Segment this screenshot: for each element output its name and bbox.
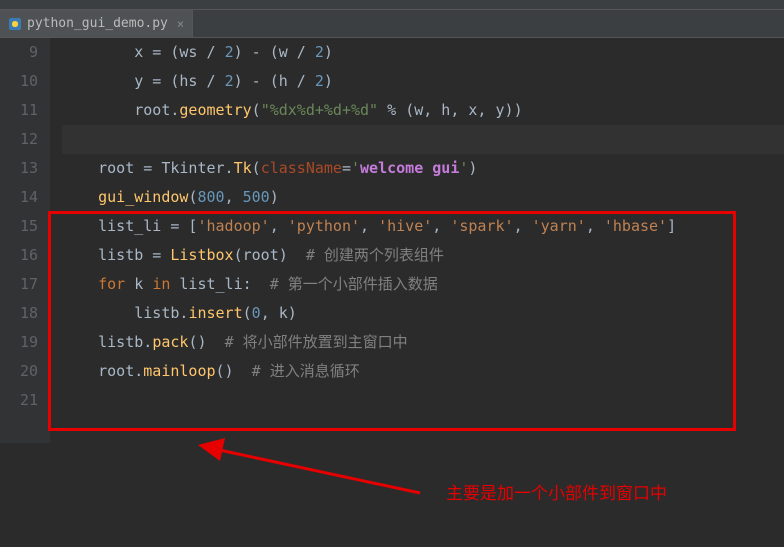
- arrow-icon: [190, 433, 430, 523]
- code-line-10: y = (hs / 2) - (h / 2): [62, 67, 784, 96]
- annotation-text: 主要是加一个小部件到窗口中: [446, 479, 667, 504]
- code-line-11: root.geometry("%dx%d+%d+%d" % (w, h, x, …: [62, 96, 784, 125]
- close-icon[interactable]: ×: [177, 17, 184, 31]
- line-number: 13: [0, 154, 38, 183]
- line-number: 20: [0, 357, 38, 386]
- code-line-12: [62, 125, 784, 154]
- code-line-20: root.mainloop() # 进入消息循环: [62, 357, 784, 386]
- line-number: 11: [0, 96, 38, 125]
- code-editor[interactable]: 9 10 11 12 13 14 15 16 17 18 19 20 21 x …: [0, 38, 784, 443]
- code-line-21: [62, 386, 784, 415]
- line-number: 21: [0, 386, 38, 415]
- code-line-16: listb = Listbox(root) # 创建两个列表组件: [62, 241, 784, 270]
- line-number: 16: [0, 241, 38, 270]
- toolbar: [0, 0, 784, 10]
- line-number: 17: [0, 270, 38, 299]
- annotation-area: 主要是加一个小部件到窗口中: [0, 443, 784, 547]
- line-gutter: 9 10 11 12 13 14 15 16 17 18 19 20 21: [0, 38, 50, 443]
- code-line-15: list_li = ['hadoop', 'python', 'hive', '…: [62, 212, 784, 241]
- code-line-17: for k in list_li: # 第一个小部件插入数据: [62, 270, 784, 299]
- tab-filename: python_gui_demo.py: [27, 16, 168, 31]
- code-line-19: listb.pack() # 将小部件放置到主窗口中: [62, 328, 784, 357]
- tab-bar: python_gui_demo.py ×: [0, 10, 784, 38]
- line-number: 10: [0, 67, 38, 96]
- python-file-icon: [8, 17, 22, 31]
- code-content[interactable]: x = (ws / 2) - (w / 2) y = (hs / 2) - (h…: [50, 38, 784, 443]
- code-line-9: x = (ws / 2) - (w / 2): [62, 38, 784, 67]
- file-tab[interactable]: python_gui_demo.py ×: [0, 10, 193, 37]
- line-number: 14: [0, 183, 38, 212]
- code-line-18: listb.insert(0, k): [62, 299, 784, 328]
- line-number: 12: [0, 125, 38, 154]
- code-line-13: root = Tkinter.Tk(className='welcome gui…: [62, 154, 784, 183]
- line-number: 18: [0, 299, 38, 328]
- code-line-14: gui_window(800, 500): [62, 183, 784, 212]
- line-number: 9: [0, 38, 38, 67]
- line-number: 15: [0, 212, 38, 241]
- line-number: 19: [0, 328, 38, 357]
